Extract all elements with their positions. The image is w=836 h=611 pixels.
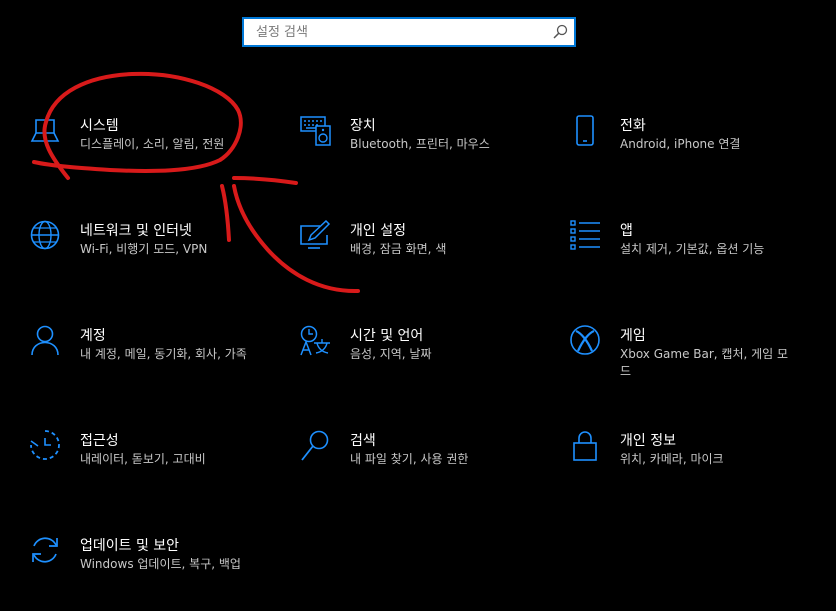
apps-list-icon <box>570 220 600 250</box>
tile-title: 장치 <box>350 118 376 134</box>
tile-description: 내레이터, 돋보기, 고대비 <box>80 452 206 466</box>
tile-title: 검색 <box>350 433 376 449</box>
tile-title: 계정 <box>80 328 106 344</box>
tile-privacy[interactable]: 개인 정보 위치, 카메라, 마이크 <box>570 430 790 470</box>
tile-description: 디스플레이, 소리, 알림, 전원 <box>80 137 225 151</box>
tile-devices[interactable]: 장치 Bluetooth, 프린터, 마우스 <box>300 115 520 155</box>
laptop-icon <box>30 119 60 142</box>
ease-of-access-icon <box>30 430 60 460</box>
xbox-icon <box>570 325 600 355</box>
tile-network[interactable]: 네트워크 및 인터넷 Wi-Fi, 비행기 모드, VPN <box>30 220 250 260</box>
tile-title: 접근성 <box>80 433 119 449</box>
tile-search[interactable]: 검색 내 파일 찾기, 사용 권한 <box>300 430 520 470</box>
annotation-overlay <box>32 71 360 294</box>
lock-icon <box>573 431 597 461</box>
annotation-arrowhead-right <box>232 176 298 185</box>
tile-personalization[interactable]: 개인 설정 배경, 잠금 화면, 색 <box>300 220 520 260</box>
phone-icon <box>576 115 594 146</box>
tile-description: 내 파일 찾기, 사용 권한 <box>350 452 469 466</box>
tile-description: 위치, 카메라, 마이크 <box>620 452 724 466</box>
sync-icon <box>32 537 58 563</box>
tile-title: 앱 <box>620 223 633 239</box>
tile-description: Xbox Game Bar, 캡처, 게임 모드 <box>620 347 789 378</box>
search-icon[interactable] <box>552 24 568 40</box>
settings-search-box[interactable] <box>242 17 576 47</box>
tile-title: 게임 <box>620 328 646 344</box>
search-input[interactable] <box>244 19 556 45</box>
tile-description: Bluetooth, 프린터, 마우스 <box>350 137 490 151</box>
tile-gaming[interactable]: 게임 Xbox Game Bar, 캡처, 게임 모드 <box>570 325 790 380</box>
tile-apps[interactable]: 앱 설치 제거, 기본값, 옵션 기능 <box>570 220 790 260</box>
tile-title: 업데이트 및 보안 <box>80 538 180 554</box>
tile-title: 시스템 <box>80 118 119 134</box>
person-icon <box>31 325 59 356</box>
tile-description: Wi-Fi, 비행기 모드, VPN <box>80 242 208 256</box>
tile-time-language[interactable]: 시간 및 언어 음성, 지역, 날짜 <box>300 325 520 365</box>
tile-phone[interactable]: 전화 Android, iPhone 연결 <box>570 115 790 155</box>
tile-description: 음성, 지역, 날짜 <box>350 347 432 361</box>
tile-system[interactable]: 시스템 디스플레이, 소리, 알림, 전원 <box>30 115 250 155</box>
tile-description: 설치 제거, 기본값, 옵션 기능 <box>620 242 765 256</box>
monitor-pen-icon <box>300 220 331 249</box>
magnifier-icon <box>301 430 329 461</box>
tile-description: Windows 업데이트, 복구, 백업 <box>80 557 241 571</box>
tile-accounts[interactable]: 계정 내 계정, 메일, 동기화, 회사, 가족 <box>30 325 250 380</box>
tile-update-security[interactable]: 업데이트 및 보안 Windows 업데이트, 복구, 백업 <box>30 535 250 575</box>
tile-description: 배경, 잠금 화면, 색 <box>350 242 447 256</box>
keyboard-speaker-icon <box>300 116 331 146</box>
tile-title: 전화 <box>620 118 646 134</box>
globe-icon <box>30 220 60 250</box>
tile-description: 내 계정, 메일, 동기화, 회사, 가족 <box>80 347 247 361</box>
time-language-icon <box>300 325 330 356</box>
tile-title: 개인 설정 <box>350 223 406 239</box>
tile-title: 네트워크 및 인터넷 <box>80 223 192 239</box>
tile-description: Android, iPhone 연결 <box>620 137 741 151</box>
tile-title: 시간 및 언어 <box>350 328 424 344</box>
tile-ease-of-access[interactable]: 접근성 내레이터, 돋보기, 고대비 <box>30 430 250 470</box>
tile-title: 개인 정보 <box>620 433 676 449</box>
